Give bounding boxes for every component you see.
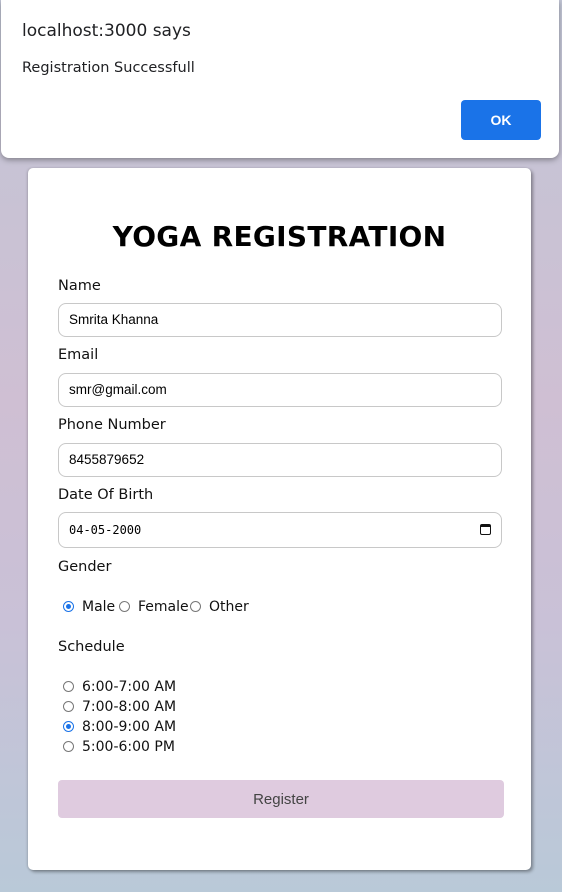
gender-male-radio[interactable] [63,601,74,612]
gender-female-radio[interactable] [119,601,130,612]
gender-female-label: Female [138,599,189,615]
registration-card: YOGA REGISTRATION Name Smrita Khanna Ema… [28,168,531,870]
alert-dialog: localhost:3000 says Registration Success… [1,0,559,158]
gender-male-label: Male [82,599,116,615]
schedule-label: Schedule [58,639,125,655]
phone-label: Phone Number [58,417,166,433]
name-field[interactable]: Smrita Khanna [58,303,502,337]
page-title: YOGA REGISTRATION [112,220,447,253]
schedule-6am-label: 6:00-7:00 AM [82,679,177,695]
schedule-6am-radio[interactable] [63,681,74,692]
alert-origin: localhost:3000 says [22,21,191,41]
calendar-icon[interactable] [480,524,491,535]
gender-label: Gender [58,559,112,575]
gender-other-label: Other [209,599,249,615]
schedule-8am-radio[interactable] [63,721,74,732]
phone-field[interactable]: 8455879652 [58,443,502,477]
schedule-7am-radio[interactable] [63,701,74,712]
schedule-5pm-label: 5:00-6:00 PM [82,739,175,755]
schedule-5pm-radio[interactable] [63,741,74,752]
email-label: Email [58,347,99,363]
schedule-8am-label: 8:00-9:00 AM [82,719,177,735]
dob-label: Date Of Birth [58,487,154,503]
email-field[interactable]: smr@gmail.com [58,373,502,407]
dob-value: 04-05-2000 [69,523,142,537]
name-label: Name [58,278,101,294]
ok-button[interactable]: OK [461,100,541,140]
register-button[interactable]: Register [58,780,504,818]
dob-field[interactable]: 04-05-2000 [58,512,502,548]
alert-message: Registration Successfull [22,60,195,76]
gender-other-radio[interactable] [190,601,201,612]
schedule-7am-label: 7:00-8:00 AM [82,699,177,715]
